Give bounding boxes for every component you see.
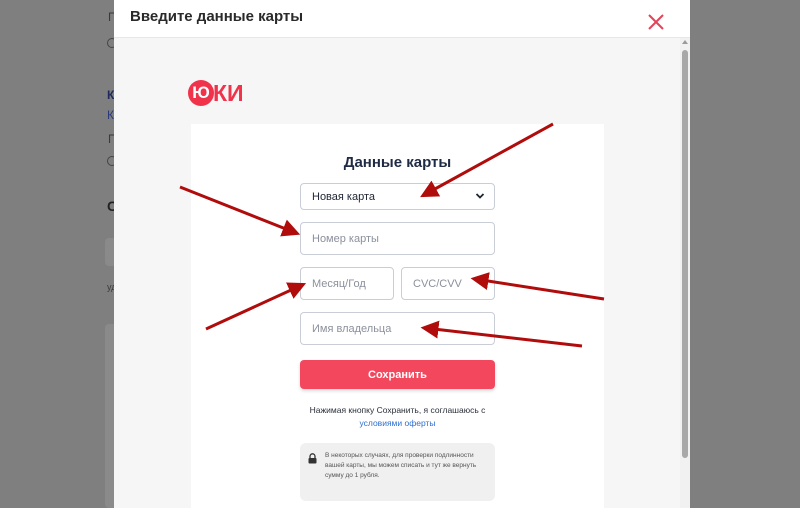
card-select-value: Новая карта	[312, 190, 375, 203]
card-select[interactable]: Новая карта	[300, 183, 495, 210]
card-number-input[interactable]: Номер карты	[300, 222, 495, 255]
scrollbar-thumb[interactable]	[682, 50, 688, 458]
expiry-input[interactable]: Месяц/Год	[300, 267, 394, 300]
logo-text: КИ	[213, 79, 244, 106]
save-button[interactable]: Сохранить	[300, 360, 495, 389]
card-form-panel: Данные карты Новая карта Номер карты Мес…	[191, 124, 604, 508]
cvc-placeholder: CVC/CVV	[413, 277, 462, 290]
agreement-text: Нажимая кнопку Сохранить, я соглашаюсь с…	[191, 404, 604, 430]
verification-note: В некоторых случаях, для проверки подлин…	[300, 443, 495, 501]
expiry-placeholder: Месяц/Год	[312, 277, 366, 290]
modal-header: Введите данные карты	[114, 0, 690, 38]
offer-terms-link[interactable]: условиями оферты	[191, 417, 604, 430]
agreement-label: Нажимая кнопку Сохранить, я соглашаюсь с	[309, 405, 486, 415]
card-form-title: Данные карты	[343, 154, 452, 171]
card-modal: Введите данные карты Ю КИ Данные карты Н…	[114, 0, 690, 508]
card-number-placeholder: Номер карты	[312, 232, 379, 245]
chevron-down-icon	[475, 193, 485, 199]
cvc-input[interactable]: CVC/CVV	[401, 267, 495, 300]
scroll-up-icon[interactable]	[682, 40, 688, 44]
cardholder-input[interactable]: Имя владельца	[300, 312, 495, 345]
yukki-logo: Ю КИ	[188, 80, 244, 106]
modal-title: Введите данные карты	[130, 8, 304, 25]
verification-note-text: В некоторых случаях, для проверки подлин…	[325, 452, 477, 479]
cardholder-placeholder: Имя владельца	[312, 322, 392, 335]
background-text: К	[107, 108, 114, 122]
lock-icon	[308, 453, 317, 464]
close-icon[interactable]	[646, 12, 666, 32]
logo-mark: Ю	[188, 80, 214, 106]
